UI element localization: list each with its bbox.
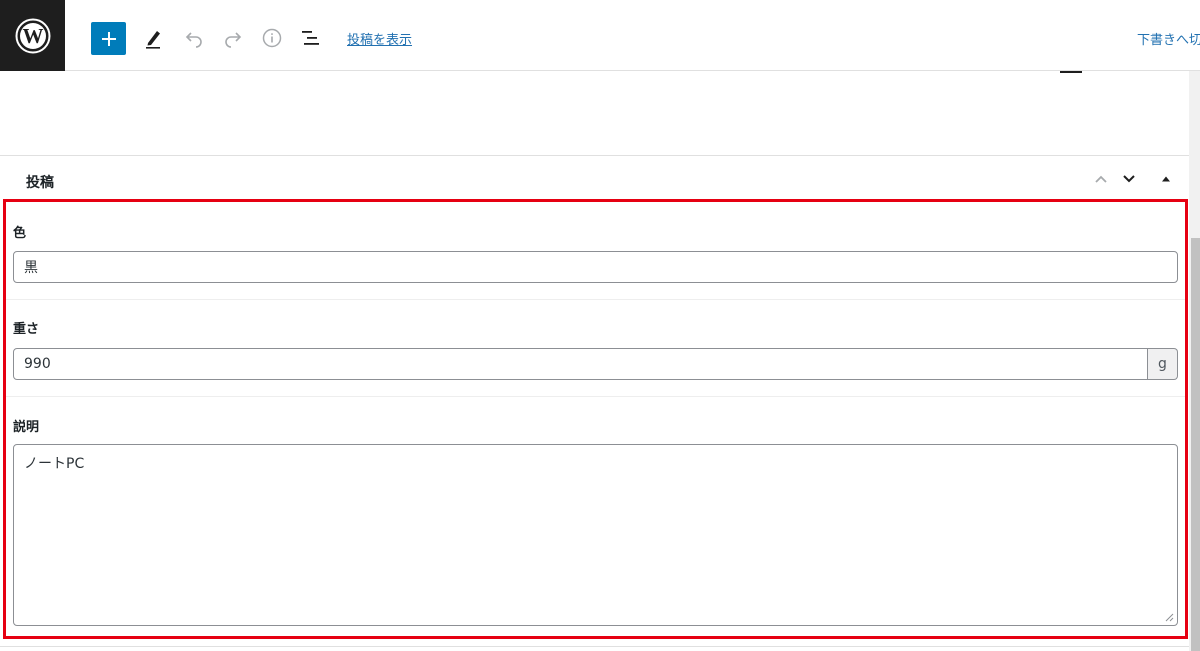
weight-field-label: 重さ [13,322,40,337]
color-field-label: 色 [13,226,27,241]
toggle-panel-button[interactable] [1156,169,1176,189]
weight-unit-label: g [1148,348,1178,380]
pencil-icon [146,31,160,49]
svg-text:W: W [22,24,43,48]
undo-icon [185,32,202,48]
field-divider [6,299,1185,300]
info-icon [262,28,282,48]
view-post-link[interactable]: 投稿を表示 [347,29,412,48]
metabox-header: 投稿 [0,157,1189,199]
field-divider [6,396,1185,397]
list-view-icon [302,31,319,45]
partial-toolbar-divider [1060,71,1082,73]
weight-input-group: g [13,348,1178,380]
caret-up-icon [1162,176,1170,182]
redo-button[interactable] [219,24,247,52]
save-draft-button[interactable]: 下書きへ切 [1137,29,1200,48]
redo-icon [225,32,242,48]
wordpress-logo-button[interactable]: W [0,0,65,71]
undo-button[interactable] [180,24,208,52]
editor-toolbar: W 投稿を表示 下書きへ切 [0,0,1200,71]
editor-content-area [0,71,1189,156]
color-input[interactable] [13,251,1178,283]
chevron-down-icon [1123,175,1135,183]
description-field-label: 説明 [13,420,40,435]
move-up-button[interactable] [1091,169,1111,189]
panel-bottom-border [0,646,1189,647]
scrollbar-thumb[interactable] [1191,238,1200,651]
metabox-title: 投稿 [26,175,54,191]
move-down-button[interactable] [1119,169,1139,189]
details-button[interactable] [258,24,286,52]
plus-icon [101,31,116,46]
add-block-button[interactable] [91,22,126,55]
list-view-button[interactable] [297,24,325,52]
description-textarea[interactable]: ノートPC [13,444,1178,626]
wordpress-logo-icon: W [15,18,50,53]
chevron-up-icon [1095,175,1107,183]
weight-input[interactable] [13,348,1148,380]
resize-grip-icon[interactable] [1164,612,1174,622]
tools-button[interactable] [139,24,167,52]
